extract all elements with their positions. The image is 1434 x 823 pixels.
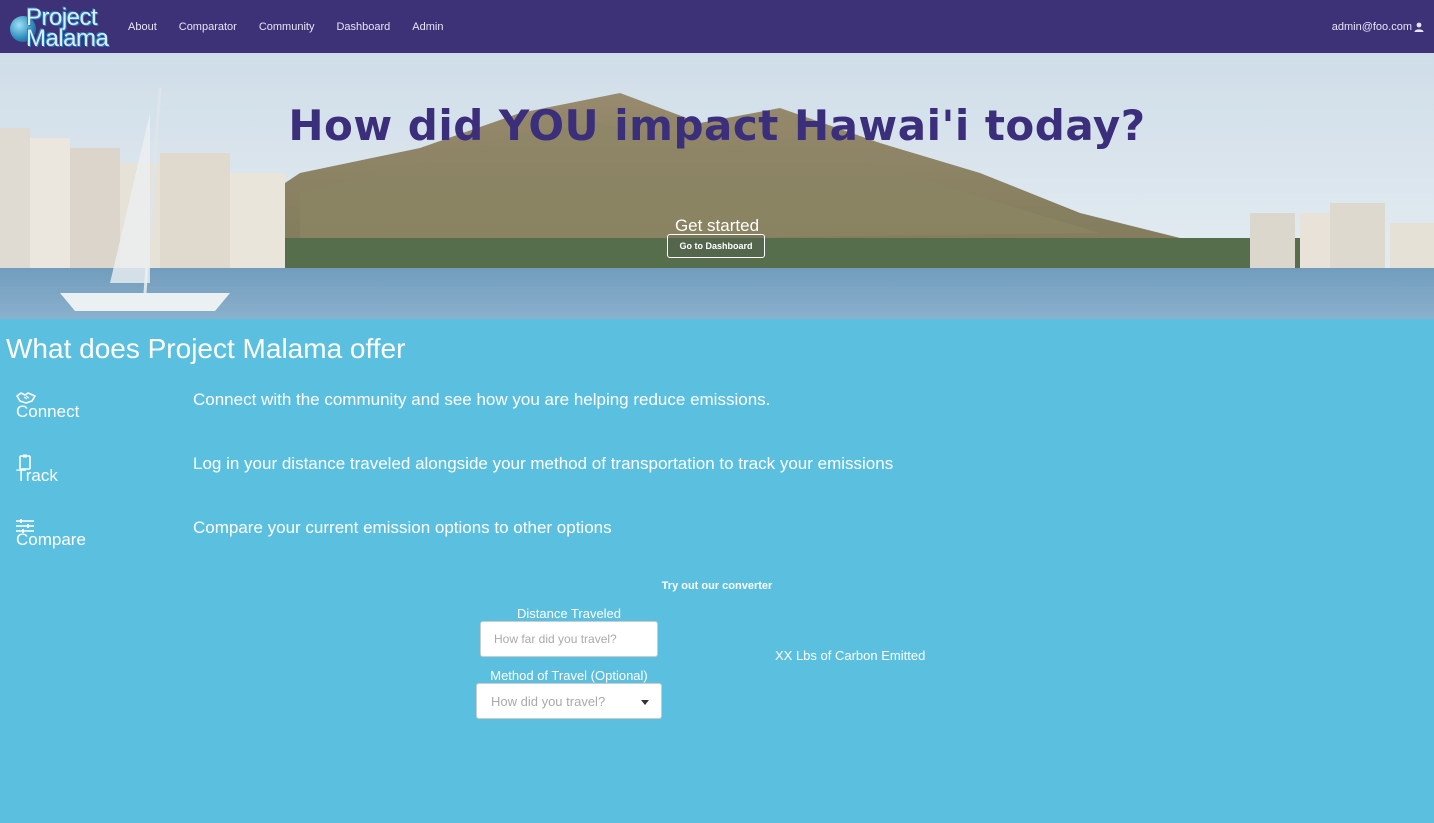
converter-title: Try out our converter: [661, 580, 773, 592]
carbon-result: XX Lbs of Carbon Emitted: [775, 648, 926, 663]
project-malama-logo[interactable]: Project Malama: [8, 4, 109, 52]
user-icon: [1414, 22, 1424, 32]
hero-subtitle: Get started: [674, 216, 760, 235]
feature-label: Track: [16, 466, 58, 485]
feature-connect: Connect Connect with the community and s…: [16, 390, 1416, 430]
distance-label: Distance Traveled: [516, 606, 622, 621]
nav-links: About Comparator Community Dashboard Adm…: [117, 0, 454, 53]
feature-track: Track Log in your distance traveled alon…: [16, 454, 1416, 494]
logo-text-line2: Malama: [26, 25, 109, 52]
nav-link-about[interactable]: About: [117, 21, 168, 33]
travel-method-select[interactable]: How did you travel?: [476, 683, 662, 719]
feature-label: Compare: [16, 530, 86, 549]
feature-description: Compare your current emission options to…: [193, 518, 612, 537]
hero-title: How did YOU impact Hawai'i today?: [288, 101, 1146, 150]
travel-method-placeholder: How did you travel?: [491, 694, 606, 709]
nav-link-admin[interactable]: Admin: [401, 21, 454, 33]
feature-compare: Compare Compare your current emission op…: [16, 518, 1416, 558]
offer-section-title: What does Project Malama offer: [6, 333, 406, 364]
nav-link-comparator[interactable]: Comparator: [168, 21, 248, 33]
hero-banner: How did YOU impact Hawai'i today? Get st…: [0, 53, 1434, 319]
feature-description: Connect with the community and see how y…: [193, 390, 771, 409]
chevron-down-icon: [641, 700, 649, 705]
method-label: Method of Travel (Optional): [490, 668, 648, 683]
distance-input[interactable]: [480, 621, 658, 657]
user-email: admin@foo.com: [1331, 20, 1412, 33]
feature-label: Connect: [16, 402, 80, 421]
go-to-dashboard-button[interactable]: Go to Dashboard: [667, 234, 765, 258]
nav-link-community[interactable]: Community: [248, 21, 326, 33]
nav-link-dashboard[interactable]: Dashboard: [325, 21, 401, 33]
user-menu[interactable]: admin@foo.com: [1332, 0, 1424, 53]
navbar: Project Malama About Comparator Communit…: [0, 0, 1434, 53]
feature-description: Log in your distance traveled alongside …: [193, 454, 894, 473]
diamond-head-background-image: [0, 53, 1434, 319]
